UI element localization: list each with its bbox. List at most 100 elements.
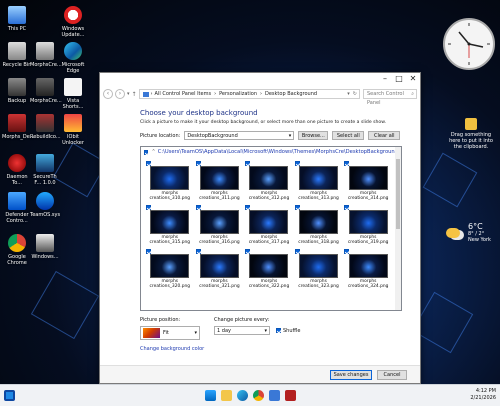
desktop-icon-backup[interactable]: Backup (2, 78, 32, 104)
wallpaper-thumbnail-image[interactable] (150, 210, 190, 234)
wallpaper-thumbnail-image[interactable] (299, 254, 339, 278)
widgets-icon[interactable] (4, 390, 15, 401)
control-panel-taskbar-icon[interactable] (269, 390, 280, 401)
desktop-icon-teamos-sys[interactable]: TeamOS.sys (30, 192, 60, 218)
browse-button[interactable]: Browse... (298, 131, 329, 140)
recent-dropdown-icon[interactable]: ▾ (127, 91, 130, 97)
breadcrumb-all-items[interactable]: All Control Panel Items (155, 91, 212, 97)
wallpaper-thumbnail-image[interactable] (348, 166, 388, 190)
thumbnail-item[interactable]: morphs creations_313.png (294, 161, 344, 201)
thumbnail-item[interactable]: morphs creations_322.png (244, 249, 294, 289)
thumbnail-checkbox[interactable] (195, 205, 201, 210)
thumbnail-checkbox[interactable] (245, 205, 251, 210)
back-button[interactable]: ‹ (103, 89, 113, 99)
shuffle-label[interactable]: Shuffle (283, 328, 300, 334)
desktop-icon-rebuildico[interactable]: RebuildIco... (30, 114, 61, 140)
edge-icon[interactable] (237, 390, 248, 401)
clipboard-dropzone[interactable]: Drag something here to put it into the c… (446, 118, 496, 150)
thumbnail-checkbox[interactable] (344, 249, 350, 254)
desktop-icon-edge[interactable]: Microsoft Edge (58, 42, 88, 74)
title-bar[interactable]: – □ ✕ (100, 73, 420, 87)
desktop-icon-morphscre-1[interactable]: MorphsCre... (30, 42, 62, 68)
gallery-scrollbar[interactable] (395, 147, 401, 310)
desktop-icon-google-chrome[interactable]: Google Chrome (2, 234, 32, 266)
thumbnail-checkbox[interactable] (146, 205, 151, 210)
wallpaper-thumbnail-image[interactable] (299, 166, 339, 190)
wallpaper-thumbnail-image[interactable] (249, 254, 289, 278)
picture-gallery[interactable]: ⌃ C:\Users\TeamOS\AppData\Local\Microsof… (140, 146, 402, 311)
thumbnail-item[interactable]: morphs creations_323.png (294, 249, 344, 289)
close-button[interactable]: ✕ (406, 73, 420, 85)
thumbnail-checkbox[interactable] (146, 161, 151, 166)
desktop-icon-defender-control[interactable]: Defender Contro... (2, 192, 32, 224)
refresh-icon[interactable]: ↻ (353, 91, 357, 97)
thumbnail-checkbox[interactable] (344, 161, 350, 166)
cancel-button[interactable]: Cancel (377, 370, 407, 380)
shuffle-checkbox[interactable] (276, 328, 281, 333)
address-field[interactable]: › All Control Panel Items › Personalizat… (138, 89, 360, 99)
maximize-button[interactable]: □ (392, 73, 406, 85)
clear-all-button[interactable]: Clear all (368, 131, 401, 140)
picture-position-select[interactable]: Fit ▾ (140, 326, 200, 340)
thumbnail-item[interactable]: morphs creations_316.png (195, 205, 245, 245)
wallpaper-thumbnail-image[interactable] (249, 210, 289, 234)
thumbnail-item[interactable]: morphs creations_312.png (244, 161, 294, 201)
change-background-color-link[interactable]: Change background color (140, 346, 410, 352)
thumbnail-item[interactable]: morphs creations_310.png (145, 161, 195, 201)
folder-collapse-icon[interactable]: ⌃ (151, 149, 155, 155)
wallpaper-thumbnail-image[interactable] (199, 166, 239, 190)
app-taskbar-icon[interactable] (285, 390, 296, 401)
thumbnail-checkbox[interactable] (344, 205, 350, 210)
wallpaper-thumbnail-image[interactable] (199, 210, 239, 234)
desktop-icon-iobit-unlocker[interactable]: IObit Unlocker (58, 114, 88, 146)
desktop-icon-vista-shorts[interactable]: Vista Shorts... (58, 78, 88, 110)
breadcrumb-desktop-background[interactable]: Desktop Background (265, 91, 317, 97)
breadcrumb-personalization[interactable]: Personalization (219, 91, 257, 97)
thumbnail-checkbox[interactable] (195, 249, 201, 254)
wallpaper-thumbnail-image[interactable] (150, 254, 190, 278)
desktop-icon-windows-update[interactable]: Windows Update... (58, 6, 88, 38)
control-panel-window[interactable]: – □ ✕ ‹ › ▾ ↑ › All Control Panel Items … (99, 72, 421, 384)
desktop-icon-secureth[interactable]: SecureTh F... 1.0.0 (30, 154, 60, 186)
desktop-icon-windows[interactable]: Windows... (30, 234, 60, 260)
forward-button[interactable]: › (115, 89, 125, 99)
picture-location-select[interactable]: DesktopBackground ▾ (184, 131, 295, 140)
thumbnail-checkbox[interactable] (294, 161, 300, 166)
change-every-select[interactable]: 1 day ▾ (214, 326, 270, 335)
up-button[interactable]: ↑ (132, 91, 137, 98)
minimize-button[interactable]: – (378, 73, 392, 85)
wallpaper-thumbnail-image[interactable] (150, 166, 190, 190)
wallpaper-thumbnail-image[interactable] (348, 210, 388, 234)
save-changes-button[interactable]: Save changes (330, 370, 372, 380)
thumbnail-item[interactable]: morphs creations_319.png (343, 205, 393, 245)
desktop-icon-recycle-bin[interactable]: Recycle Bin (2, 42, 32, 68)
address-dropdown-icon[interactable]: ▾ (347, 91, 350, 97)
thumbnail-checkbox[interactable] (245, 161, 251, 166)
scrollbar-thumb[interactable] (396, 159, 400, 229)
search-input[interactable]: Search Control Panel ⌕ (363, 89, 417, 106)
file-explorer-icon[interactable] (221, 390, 232, 401)
folder-checkbox[interactable] (144, 149, 149, 155)
thumbnail-item[interactable]: morphs creations_321.png (195, 249, 245, 289)
thumbnail-item[interactable]: morphs creations_317.png (244, 205, 294, 245)
thumbnail-checkbox[interactable] (245, 249, 251, 254)
thumbnail-item[interactable]: morphs creations_311.png (195, 161, 245, 201)
thumbnail-item[interactable]: morphs creations_320.png (145, 249, 195, 289)
desktop-icon-daemon-tools[interactable]: Daemon To... (2, 154, 32, 186)
folder-group-header[interactable]: ⌃ C:\Users\TeamOS\AppData\Local\Microsof… (141, 147, 401, 157)
desktop-icon-morphs-de[interactable]: Morphs_De... (2, 114, 35, 140)
thumbnail-item[interactable]: morphs creations_324.png (343, 249, 393, 289)
wallpaper-thumbnail-image[interactable] (348, 254, 388, 278)
thumbnail-item[interactable]: morphs creations_314.png (343, 161, 393, 201)
thumbnail-checkbox[interactable] (146, 249, 151, 254)
thumbnail-item[interactable]: morphs creations_318.png (294, 205, 344, 245)
thumbnail-checkbox[interactable] (294, 205, 300, 210)
desktop-icon-morphscre-2[interactable]: MorphsCre... (30, 78, 62, 104)
thumbnail-checkbox[interactable] (195, 161, 201, 166)
wallpaper-thumbnail-image[interactable] (249, 166, 289, 190)
wallpaper-thumbnail-image[interactable] (199, 254, 239, 278)
desktop-icon-this-pc[interactable]: This PC (2, 6, 32, 32)
thumbnail-item[interactable]: morphs creations_315.png (145, 205, 195, 245)
wallpaper-thumbnail-image[interactable] (299, 210, 339, 234)
system-tray-clock[interactable]: 4:12 PM 2/21/2026 (470, 388, 496, 402)
